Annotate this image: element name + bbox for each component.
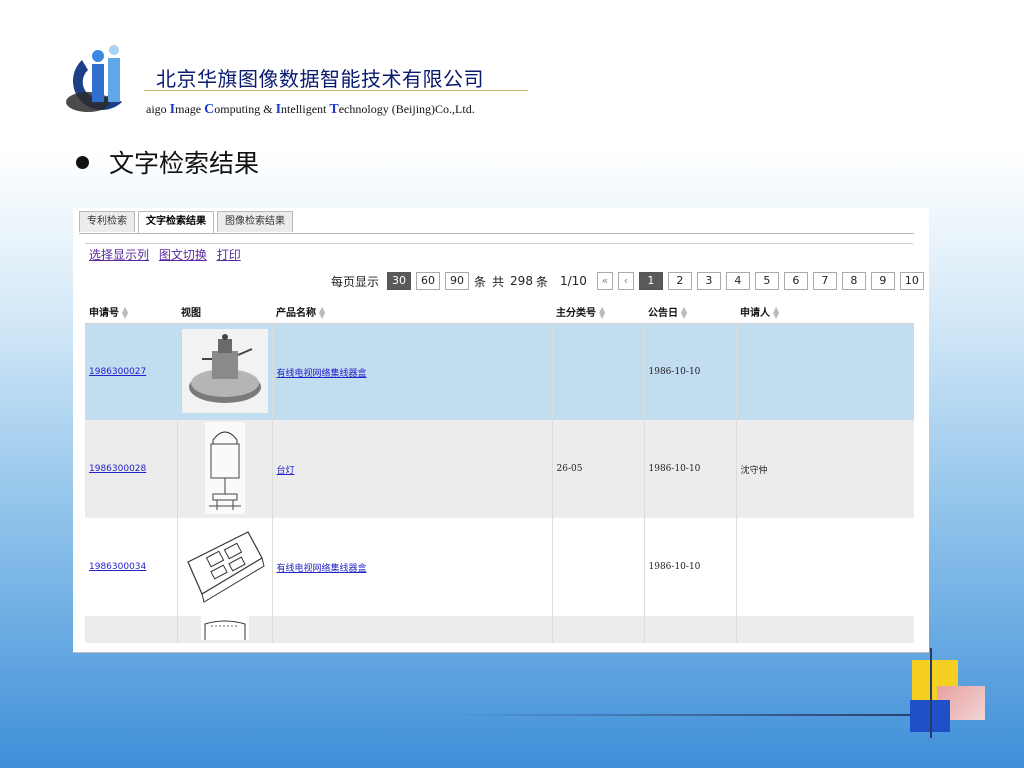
class-cell: 26-05 [552,420,645,518]
sort-updown-icon[interactable]: ▲ ▼ [122,306,128,320]
results-table: 申请号 ▲ ▼ 视图 产品名称 ▲ ▼ 主分类号 ▲ ▼ 公告日 ▲ ▼ 申请人 ▲ ▼ 19863… [85,300,914,643]
product-name-link[interactable]: 有线电视网络集线器盒 [277,564,367,574]
print-link[interactable]: 打印 [217,248,241,262]
page-10-button[interactable]: 10 [899,272,924,290]
tab-bar: 专利检索 文字检索结果 图像检索结果 [79,211,296,234]
page-9-button[interactable]: 9 [870,272,895,290]
app-no-cell [85,616,178,643]
total-unit: 条 [535,274,548,289]
page-size-60[interactable]: 60 [416,272,441,290]
section-heading: 文字检索结果 [76,144,259,180]
page-8-button[interactable]: 8 [841,272,866,290]
date-cell: 1986-10-10 [644,323,737,420]
applicant-cell [736,518,914,616]
pagination: 每页显示 30 60 90 条 共 298 条 1/10 « ‹ 1 2 3 4… [331,271,929,291]
company-name-en-capital: C [204,102,215,117]
date-cell: 1986-10-10 [644,420,737,518]
toolbar-divider [85,243,913,244]
class-cell [552,323,645,420]
sort-updown-icon[interactable]: ▲ ▼ [681,306,687,320]
company-name-en-part: mage [175,102,205,116]
header-divider [144,90,528,91]
column-header-app-no[interactable]: 申请号 ▲ ▼ [85,300,177,324]
column-header-view: 视图 [177,300,272,324]
table-row[interactable]: 1986300028 台灯 26-05 1986-10-10 沈守仲 [85,420,914,518]
table-header-row: 申请号 ▲ ▼ 视图 产品名称 ▲ ▼ 主分类号 ▲ ▼ 公告日 ▲ ▼ 申请人 ▲ ▼ [85,300,914,324]
total-prefix: 共 [492,274,505,289]
desk-lamp-drawing-thumb[interactable] [204,421,245,517]
company-name-en-part: ntelligent [281,102,330,116]
sort-updown-icon[interactable]: ▲ ▼ [599,306,605,320]
decorative-line [450,714,930,716]
company-name-en-part: echnology (Beijing)Co.,Ltd. [338,102,475,116]
partial-drawing-thumb[interactable] [200,616,249,643]
column-header-applicant[interactable]: 申请人 ▲ ▼ [736,300,914,324]
applicant-cell [736,616,914,643]
column-header-class[interactable]: 主分类号 ▲ ▼ [552,300,644,324]
company-name-en-part: omputing & [214,102,276,116]
date-cell: 1986-10-10 [644,518,737,616]
select-columns-link[interactable]: 选择显示列 [89,248,149,262]
app-no-link[interactable]: 1986300034 [89,562,146,572]
bullet-icon [76,155,89,169]
unit-label: 条 [474,274,487,289]
tab-text-search-results[interactable]: 文字检索结果 [138,211,214,234]
company-name-en-capital: T [329,102,339,117]
page-size-90[interactable]: 90 [445,272,470,290]
page-2-button[interactable]: 2 [667,272,692,290]
action-links: 选择显示列 图文切换 打印 [89,246,247,263]
sort-updown-icon[interactable]: ▲ ▼ [773,306,779,320]
applicant-cell: 沈守仲 [736,420,914,518]
product-cell [272,616,553,643]
section-heading-text: 文字检索结果 [109,149,260,178]
tab-image-search-results[interactable]: 图像检索结果 [217,211,293,232]
decorative-vertical-line [930,648,932,738]
class-cell [552,616,645,643]
column-header-date[interactable]: 公告日 ▲ ▼ [644,300,736,324]
tab-divider [79,233,914,234]
toggle-view-link[interactable]: 图文切换 [159,248,207,262]
page-size-30[interactable]: 30 [387,272,412,290]
column-header-product[interactable]: 产品名称 ▲ ▼ [272,300,552,324]
table-row[interactable]: 1986300027 有线电视网络集线器盒 1986-10-10 [85,323,914,420]
company-logo [62,44,132,116]
page-4-button[interactable]: 4 [725,272,750,290]
page-info: 1/10 [559,274,587,288]
product-name-link[interactable]: 有线电视网络集线器盒 [277,369,367,379]
machine-photo-thumb[interactable] [181,328,268,416]
prev-page-button[interactable]: ‹ [617,272,634,290]
table-row[interactable] [85,616,914,643]
tab-patent-search[interactable]: 专利检索 [79,211,135,232]
total-count: 298 [510,274,533,288]
applicant-cell [736,323,914,420]
box-drawing-thumb[interactable] [181,521,268,613]
per-page-label: 每页显示 [331,274,380,289]
page-6-button[interactable]: 6 [783,272,808,290]
app-no-link[interactable]: 1986300028 [89,464,146,474]
sort-updown-icon[interactable]: ▲ ▼ [319,306,325,320]
page-7-button[interactable]: 7 [812,272,837,290]
table-row[interactable]: 1986300034 有线电视网络集线器盒 1986-10-10 [85,518,914,616]
page-5-button[interactable]: 5 [754,272,779,290]
company-name-en: aigo Image Computing & Intelligent Techn… [146,102,475,118]
date-cell [644,616,737,643]
app-no-link[interactable]: 1986300027 [89,367,146,377]
page-1-button[interactable]: 1 [638,272,663,290]
product-name-link[interactable]: 台灯 [277,466,295,476]
search-results-panel: 专利检索 文字检索结果 图像检索结果 选择显示列 图文切换 打印 每页显示 30… [73,208,929,653]
class-cell [552,518,645,616]
page-3-button[interactable]: 3 [696,272,721,290]
first-page-button[interactable]: « [596,272,613,290]
company-name-en-part: aigo [146,102,170,116]
company-name-cn: 北京华旗图像数据智能技术有限公司 [156,67,484,91]
